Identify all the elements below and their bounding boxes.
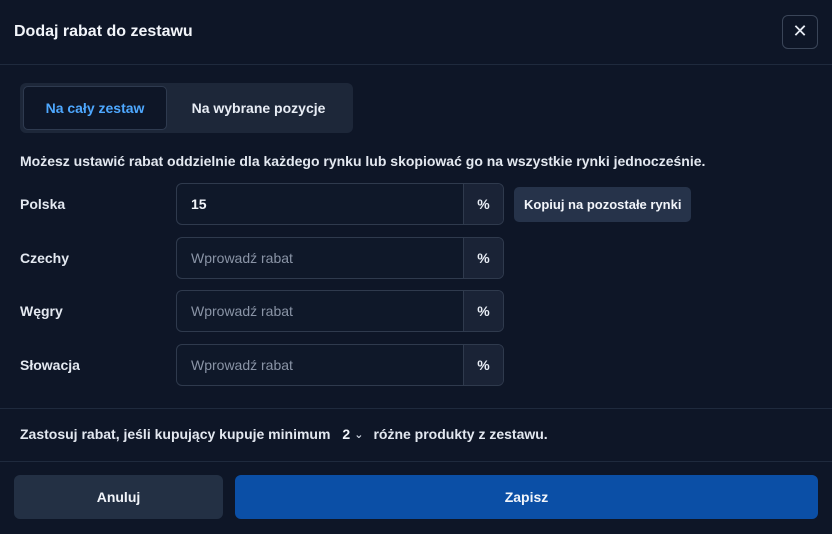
discount-input-group: % — [176, 290, 504, 332]
condition-prefix: Zastosuj rabat, jeśli kupujący kupuje mi… — [20, 426, 331, 442]
market-row-hungary: Węgry % — [20, 290, 812, 332]
discount-input-slovakia[interactable] — [177, 344, 463, 385]
section-divider — [0, 408, 832, 409]
chevron-down-icon: ⌄ — [354, 427, 364, 441]
close-button[interactable]: ✕ — [782, 15, 818, 49]
copy-to-other-markets-button[interactable]: Kopiuj na pozostałe rynki — [514, 186, 692, 222]
minimum-quantity-value: 2 — [342, 426, 351, 442]
market-label: Czechy — [20, 249, 70, 266]
description-text: Możesz ustawić rabat oddzielnie dla każd… — [20, 153, 706, 169]
market-row-poland: Polska % Kopiuj na pozostałe rynki — [20, 183, 812, 225]
close-icon: ✕ — [792, 21, 808, 42]
tab-whole-set[interactable]: Na cały zestaw — [23, 86, 167, 130]
discount-dialog: Dodaj rabat do zestawu ✕ Na cały zestaw … — [0, 0, 832, 534]
dialog-body: Na cały zestaw Na wybrane pozycje Możesz… — [0, 65, 832, 386]
market-row-slovakia: Słowacja % — [20, 343, 812, 386]
minimum-quantity-select[interactable]: 2 ⌄ — [342, 426, 363, 442]
discount-input-group: % — [176, 236, 504, 279]
tab-selected-items[interactable]: Na wybrane pozycje — [167, 86, 350, 130]
discount-scope-tabs: Na cały zestaw Na wybrane pozycje — [20, 83, 353, 133]
discount-input-hungary[interactable] — [177, 291, 463, 331]
percent-suffix: % — [463, 291, 503, 331]
percent-suffix: % — [463, 184, 503, 224]
dialog-title: Dodaj rabat do zestawu — [14, 23, 193, 40]
save-button[interactable]: Zapisz — [235, 475, 818, 519]
dialog-footer: Anuluj Zapisz — [14, 475, 818, 519]
market-label: Węgry — [20, 303, 63, 319]
minimum-condition: Zastosuj rabat, jeśli kupujący kupuje mi… — [20, 426, 548, 442]
market-rows: Polska % Kopiuj na pozostałe rynki Czech… — [20, 183, 812, 386]
market-label: Słowacja — [20, 356, 80, 373]
footer-divider — [0, 461, 832, 462]
market-row-czechia: Czechy % — [20, 236, 812, 279]
condition-suffix: różne produkty z zestawu. — [373, 426, 548, 442]
cancel-button[interactable]: Anuluj — [14, 475, 223, 519]
discount-input-group: % — [176, 183, 504, 225]
discount-input-czechia[interactable] — [177, 237, 463, 278]
dialog-header: Dodaj rabat do zestawu ✕ — [0, 0, 832, 65]
percent-suffix: % — [463, 237, 503, 278]
market-label: Polska — [20, 196, 66, 212]
discount-input-group: % — [176, 343, 504, 386]
percent-suffix: % — [463, 344, 503, 385]
discount-input-poland[interactable] — [177, 184, 463, 224]
